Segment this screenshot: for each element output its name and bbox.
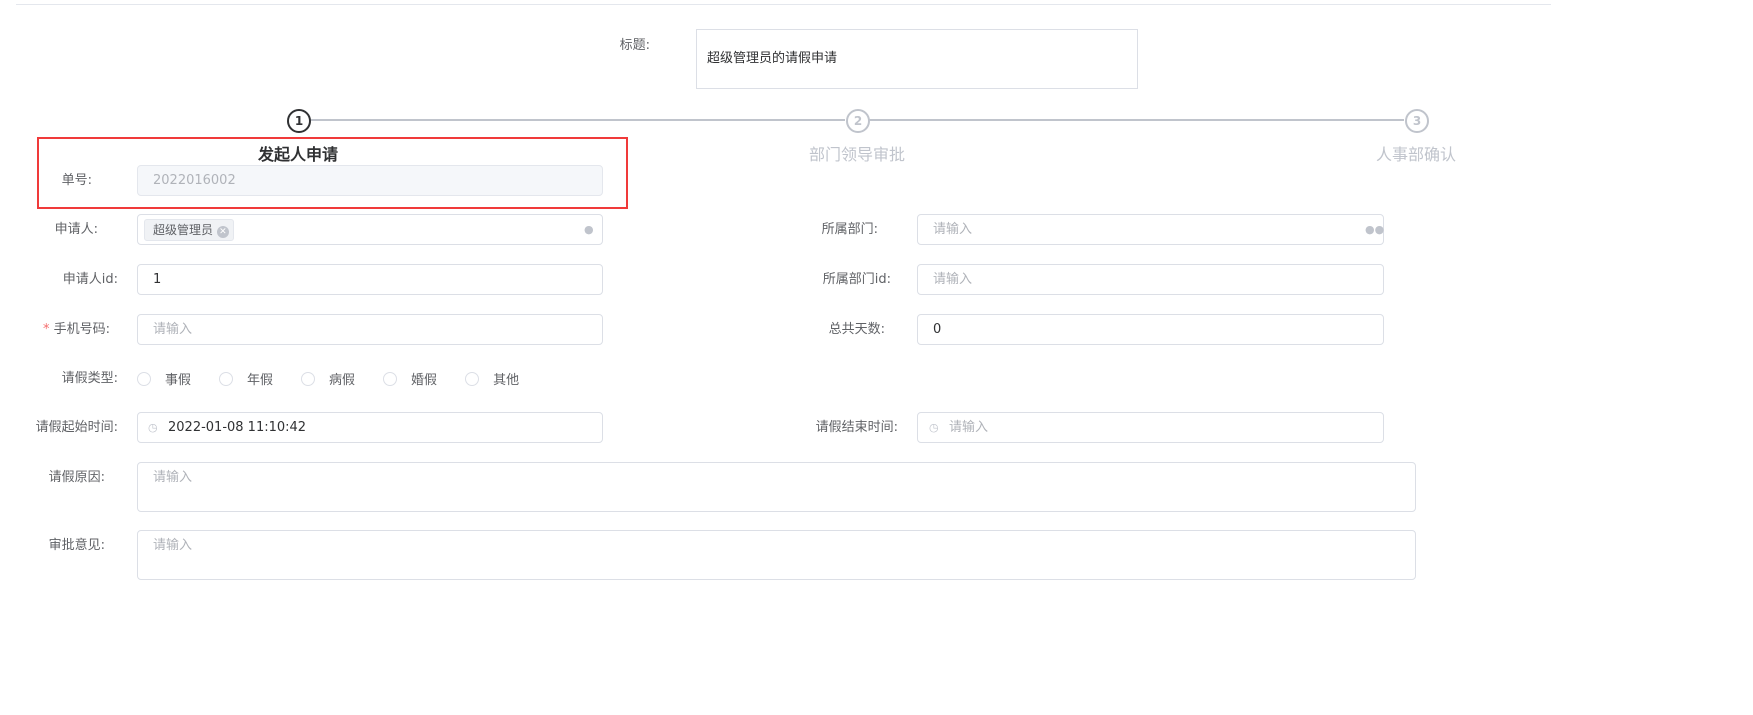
step-2-title: 部门领导审批: [808, 145, 905, 164]
step-1-circle: 1: [287, 109, 311, 133]
start-time-picker[interactable]: 2022-01-08 11:10:42: [137, 412, 603, 443]
step-3-title: 人事部确认: [1375, 145, 1456, 164]
radio-label: 其他: [493, 373, 520, 388]
radio-label: 病假: [329, 373, 356, 388]
required-mark: *: [42, 322, 50, 337]
radio-circle[interactable]: [219, 371, 234, 386]
applicant-label: 申请人:: [54, 222, 98, 237]
department-input[interactable]: 请输入: [917, 214, 1384, 245]
opinion-label: 审批意见:: [48, 538, 105, 553]
clock-icon: ◷: [148, 421, 158, 434]
order-no-label: 单号:: [61, 173, 92, 188]
applicant-id-input[interactable]: 1: [137, 264, 603, 295]
clock-icon: ◷: [929, 421, 939, 434]
radio-circle[interactable]: [137, 371, 151, 386]
radio-circle[interactable]: [301, 371, 316, 386]
radio-option[interactable]: 病假: [301, 369, 355, 388]
total-days-input[interactable]: 0: [917, 314, 1384, 345]
step-line: [310, 119, 845, 121]
applicant-tag: 超级管理员: [153, 222, 214, 237]
radio-label: 事假: [165, 373, 192, 388]
applicant-select[interactable]: 超级管理员 ✕: [137, 214, 603, 245]
tag-close-icon[interactable]: ✕: [216, 225, 229, 238]
radio-option[interactable]: 事假: [137, 369, 191, 388]
leave-type-radio-group: 事假 年假 病假 婚假 其他: [137, 369, 519, 388]
top-divider: [16, 4, 1551, 5]
reason-label: 请假原因:: [48, 470, 105, 485]
phone-label: 手机号码:: [53, 322, 110, 337]
order-no-input[interactable]: 2022016002: [137, 165, 603, 196]
reason-textarea[interactable]: 请输入: [137, 462, 1416, 512]
radio-label: 年假: [247, 373, 274, 388]
opinion-textarea[interactable]: 请输入: [137, 530, 1416, 580]
user-icon: ●: [584, 223, 594, 236]
start-time-label: 请假起始时间:: [35, 420, 118, 435]
radio-circle[interactable]: [465, 371, 480, 386]
radio-option[interactable]: 年假: [219, 369, 273, 388]
leave-type-label: 请假类型:: [61, 371, 118, 386]
step-3-circle: 3: [1405, 109, 1429, 133]
radio-circle[interactable]: [383, 371, 398, 386]
department-id-label: 所属部门id:: [822, 272, 891, 287]
department-id-input[interactable]: 请输入: [917, 264, 1384, 295]
radio-option[interactable]: 其他: [465, 369, 519, 388]
step-2-circle: 2: [846, 109, 870, 133]
radio-option[interactable]: 婚假: [383, 369, 437, 388]
step-line: [869, 119, 1404, 121]
users-icon: ●●: [1365, 223, 1385, 236]
radio-label: 婚假: [411, 373, 438, 388]
total-days-label: 总共天数:: [828, 322, 885, 337]
applicant-id-label: 申请人id:: [62, 272, 118, 287]
title-input[interactable]: 超级管理员的请假申请: [696, 29, 1138, 89]
department-label: 所属部门:: [821, 222, 878, 237]
end-time-picker[interactable]: 请输入: [917, 412, 1384, 443]
phone-input[interactable]: 请输入: [137, 314, 603, 345]
end-time-label: 请假结束时间:: [815, 420, 898, 435]
title-label: 标题:: [619, 38, 650, 53]
